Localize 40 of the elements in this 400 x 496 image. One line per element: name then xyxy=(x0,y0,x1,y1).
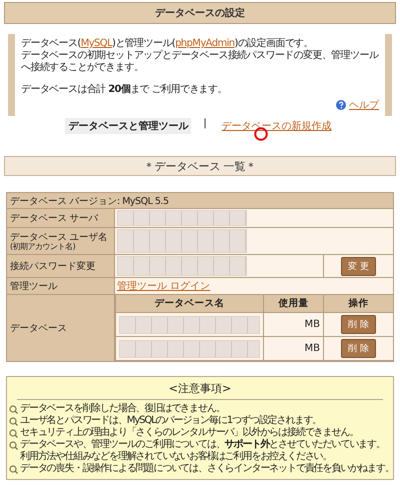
note-text: データの喪失・誤操作による問題については、さくらインターネットで責任を負いかねます。 xyxy=(20,463,394,475)
column-header: 操作 xyxy=(323,295,393,313)
row-label: データベース サーバ xyxy=(7,209,115,227)
annotation-circle xyxy=(254,127,268,141)
note-text: ユーザ名とパスワードは、MySQLのバージョン毎に1つずつ設定されます。 xyxy=(20,415,322,426)
usage-text: MB xyxy=(304,319,320,330)
row-label: 管理ツール xyxy=(7,278,115,294)
help-icon[interactable] xyxy=(336,100,346,110)
usage-text: MB xyxy=(304,343,320,354)
column-header: データベース名 xyxy=(115,295,263,313)
tab[interactable]: データベースと管理ツール xyxy=(65,118,192,134)
delete-button[interactable]: 削 除 xyxy=(341,315,376,334)
magnifier-icon xyxy=(9,417,18,426)
note-text: データベースを削除した場合、復旧はできません。 xyxy=(20,403,226,415)
text-link[interactable]: phpMyAdmin xyxy=(175,38,235,49)
note-text: 利用方法や仕組みなどを理解されていないお客様はご利用をお控えください。 xyxy=(20,451,333,462)
row-sublabel: (初期アカウント名) xyxy=(10,242,76,250)
row-label: データベース ユーザ名 (初期アカウント名) xyxy=(7,228,115,254)
intro-text: データベース(MySQL)と管理ツール(phpMyAdmin)の設定画面です。 xyxy=(21,38,314,50)
row-label: 接続パスワード変更 xyxy=(7,255,115,277)
help-link[interactable]: ヘルプ xyxy=(349,98,379,112)
intro-text: データベースの初期セットアップとデータベース接続パスワードの変更、管理ツールへ接続することができます。 xyxy=(21,50,379,74)
login-link[interactable]: 管理ツール ログイン xyxy=(117,279,210,293)
page-title: データベースの設定 xyxy=(4,2,396,24)
magnifier-icon xyxy=(9,429,18,438)
tab-separator: | xyxy=(203,118,207,129)
delete-button[interactable]: 削 除 xyxy=(341,339,376,358)
magnifier-icon xyxy=(9,465,18,474)
limit-text: データベースは合計 20個まで ご利用できます。 xyxy=(21,84,228,96)
note-text: セキュリティ上の理由より「さくらのレンタルサーバ」以外からは接続できません。 xyxy=(20,427,360,438)
text-link[interactable]: MySQL xyxy=(80,38,112,49)
row-label: データベース xyxy=(7,295,115,361)
column-header: 使用量 xyxy=(263,295,323,313)
list-title: ＊データベース 一覧＊ xyxy=(4,156,396,176)
change-button[interactable]: 変 更 xyxy=(341,256,376,276)
magnifier-icon xyxy=(9,405,18,414)
note-text: データベースや、管理ツールのご利用については、サポート外とさせていただいています。 xyxy=(20,439,386,450)
magnifier-icon xyxy=(9,441,18,450)
version-text: データベース バージョン: MySQL 5.5 xyxy=(7,193,393,209)
notes-title: <注意事項> xyxy=(17,381,383,400)
